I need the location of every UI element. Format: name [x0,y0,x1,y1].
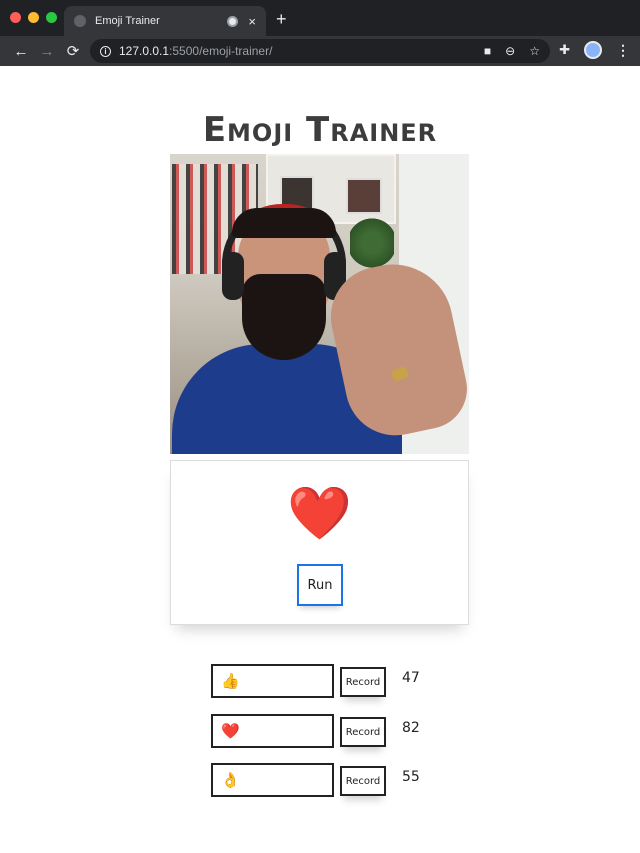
record-button[interactable]: Record [340,717,386,747]
minimize-window-button[interactable] [28,12,39,23]
emoji-input[interactable]: ❤️ [211,714,334,748]
globe-icon [74,15,86,27]
emoji-input[interactable]: 👍 [211,664,334,698]
profile-avatar[interactable] [584,41,602,59]
star-icon[interactable]: ☆ [529,44,540,58]
prediction-emoji: ❤️ [287,485,352,543]
browser-chrome: Emoji Trainer × + ← → ⟳ i 127.0.0.1:5500… [0,0,640,66]
browser-toolbar: ← → ⟳ i 127.0.0.1:5500/emoji-trainer/ ■ … [0,36,640,66]
page-title: Emoji Trainer [202,110,438,150]
sample-count: 47 [402,670,420,686]
record-button[interactable]: Record [340,766,386,796]
recording-indicator-icon [227,15,239,27]
tab-close-icon[interactable]: × [248,14,256,29]
webcam-video [170,154,469,454]
training-row: ❤️ Record 82 [211,714,431,750]
info-icon[interactable]: i [100,45,111,57]
back-button[interactable]: ← [8,43,34,60]
extensions-icon[interactable]: ✚ [559,42,570,58]
maximize-window-button[interactable] [46,12,57,23]
tab-title: Emoji Trainer [95,15,160,27]
page-content: Emoji Trainer ❤️ Run 👍 Record 47 ❤️ Reco… [0,66,640,853]
url-text[interactable]: 127.0.0.1:5500/emoji-trainer/ [119,44,470,58]
address-bar[interactable]: i 127.0.0.1:5500/emoji-trainer/ ■ ⊖ ☆ [90,39,550,63]
camera-icon[interactable]: ■ [484,44,491,58]
sample-count: 55 [402,769,420,785]
close-window-button[interactable] [10,12,21,23]
forward-button[interactable]: → [34,43,60,60]
run-button[interactable]: Run [297,564,343,606]
menu-icon[interactable]: ⋮ [616,42,630,59]
sample-count: 82 [402,720,420,736]
emoji-input[interactable]: 👌 [211,763,334,797]
training-row: 👍 Record 47 [211,664,431,700]
new-tab-button[interactable]: + [276,9,287,30]
prediction-card: ❤️ Run [170,460,469,625]
reload-button[interactable]: ⟳ [60,42,86,60]
browser-tab[interactable]: Emoji Trainer × [64,6,266,36]
training-row: 👌 Record 55 [211,763,431,799]
zoom-out-icon[interactable]: ⊖ [505,44,515,58]
tab-bar: Emoji Trainer × + [0,0,640,36]
record-button[interactable]: Record [340,667,386,697]
window-controls [10,12,57,23]
